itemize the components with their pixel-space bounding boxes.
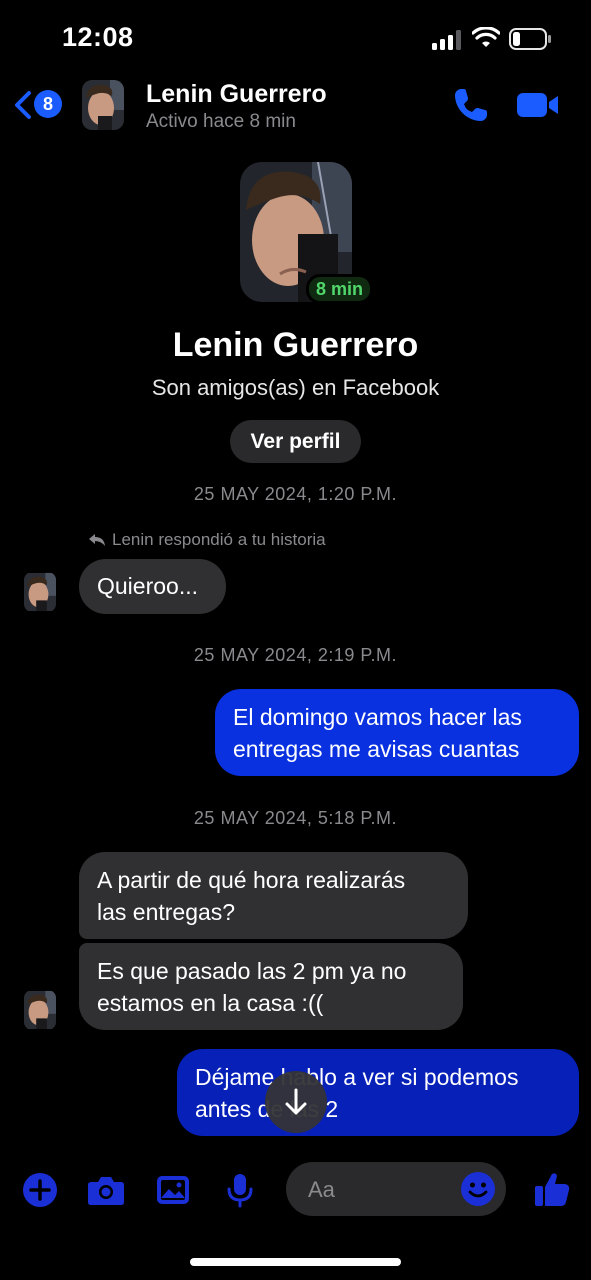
contact-name[interactable]: Lenin Guerrero [146,80,327,109]
sender-avatar-image [24,990,56,1030]
gallery-icon[interactable] [155,1172,191,1208]
message-composer: Aa [0,1150,591,1230]
message-text: A partir de qué hora realizarás [97,867,406,893]
active-time-badge: 8 min [306,274,374,304]
sender-avatar[interactable] [24,990,56,1030]
video-call-icon[interactable] [517,90,559,120]
message-text: antes de las 2 [195,1096,339,1122]
message-input[interactable]: Aa [286,1162,506,1216]
avatar-photo [82,80,124,130]
battery-icon [509,28,551,50]
message-text: Déjame hablo a ver si podemos [195,1064,519,1090]
message-text: entregas me avisas cuantas [233,736,520,762]
message-timestamp: 25 MAY 2024, 5:18 P.M. [193,808,398,828]
profile-name: Lenin Guerrero [172,326,419,364]
active-status: Activo hace 8 min [146,111,296,132]
plus-icon[interactable] [22,1172,58,1208]
reply-arrow-icon [89,534,105,546]
microphone-icon[interactable] [222,1172,258,1208]
emoji-icon[interactable] [460,1171,496,1207]
story-reply-text: Lenin respondió a tu historia [112,530,326,549]
arrow-down-icon [285,1088,307,1115]
message-bubble-outgoing[interactable]: El domingo vamos hacer las entregas me a… [215,689,579,776]
sender-avatar-image [24,572,56,612]
thumbs-up-icon[interactable] [533,1170,571,1208]
message-input-placeholder: Aa [308,1177,335,1202]
chevron-left-icon [15,91,31,119]
message-timestamp: 25 MAY 2024, 2:19 P.M. [193,645,398,665]
back-button[interactable]: 8 [12,86,64,122]
view-profile-button[interactable]: Ver perfil [230,420,361,463]
message-text: El domingo vamos hacer las [233,704,522,730]
status-bar: 12:08 [0,0,591,72]
message-text: Es que pasado las 2 pm ya no [97,958,407,984]
message-text: estamos en la casa :(( [97,990,324,1016]
home-indicator[interactable] [190,1258,401,1266]
message-text: Quieroo... [97,573,198,599]
phone-call-icon[interactable] [452,86,490,124]
message-timestamp: 25 MAY 2024, 1:20 P.M. [193,484,398,504]
cellular-signal-icon [432,30,461,50]
friendship-subtitle: Son amigos(as) en Facebook [151,375,440,400]
message-bubble-incoming[interactable]: Quieroo... [79,559,226,614]
camera-icon[interactable] [87,1172,125,1208]
sender-avatar[interactable] [24,572,56,612]
message-text: las entregas? [97,899,236,925]
chat-header: 8 Lenin Guerrero Activo hace 8 min [0,72,591,142]
wifi-icon [472,27,500,47]
contact-avatar[interactable] [82,80,124,130]
unread-count-badge: 8 [34,90,62,118]
message-bubble-incoming[interactable]: A partir de qué hora realizarás las entr… [79,852,468,939]
message-bubble-incoming[interactable]: Es que pasado las 2 pm ya no estamos en … [79,943,463,1030]
scroll-to-bottom-button[interactable] [265,1071,327,1133]
status-time: 12:08 [62,22,134,52]
message-bubble-outgoing[interactable]: Déjame hablo a ver si podemos antes de l… [177,1049,579,1136]
story-reply-note: Lenin respondió a tu historia [88,530,326,550]
